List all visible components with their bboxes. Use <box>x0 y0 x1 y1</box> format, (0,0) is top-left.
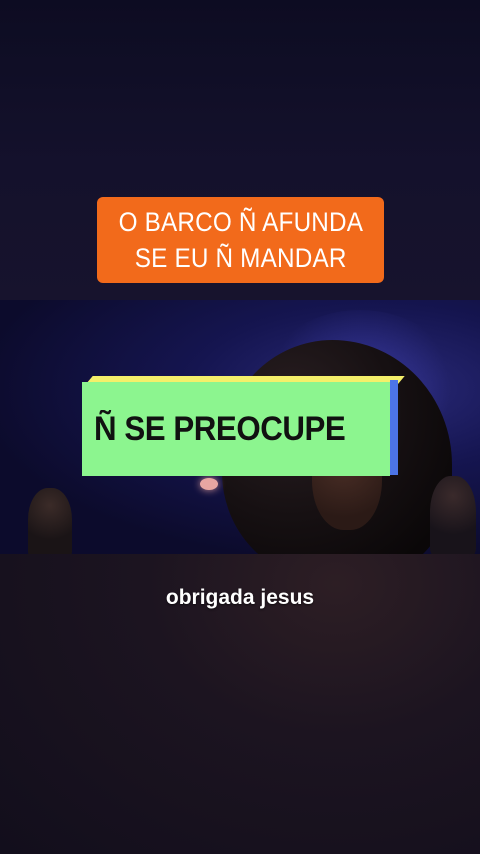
top-caption-line-2: SE EU Ñ MANDAR <box>134 243 347 273</box>
top-caption-box: O BARCO Ñ AFUNDA SE EU Ñ MANDAR <box>97 197 384 283</box>
video-subtitle: obrigada jesus <box>165 586 315 609</box>
top-caption-line-1: O BARCO Ñ AFUNDA <box>118 207 363 237</box>
background-person-left <box>28 488 72 554</box>
middle-caption-face: Ñ SE PREOCUPE <box>82 382 390 476</box>
middle-caption-box: Ñ SE PREOCUPE <box>82 376 405 478</box>
caption-box-side-edge <box>390 380 398 475</box>
microphone-highlight <box>200 478 218 490</box>
middle-caption-text: Ñ SE PREOCUPE <box>94 409 346 448</box>
video-frame[interactable]: O BARCO Ñ AFUNDA SE EU Ñ MANDAR Ñ SE PRE… <box>0 0 480 854</box>
background-person-right <box>430 476 476 554</box>
